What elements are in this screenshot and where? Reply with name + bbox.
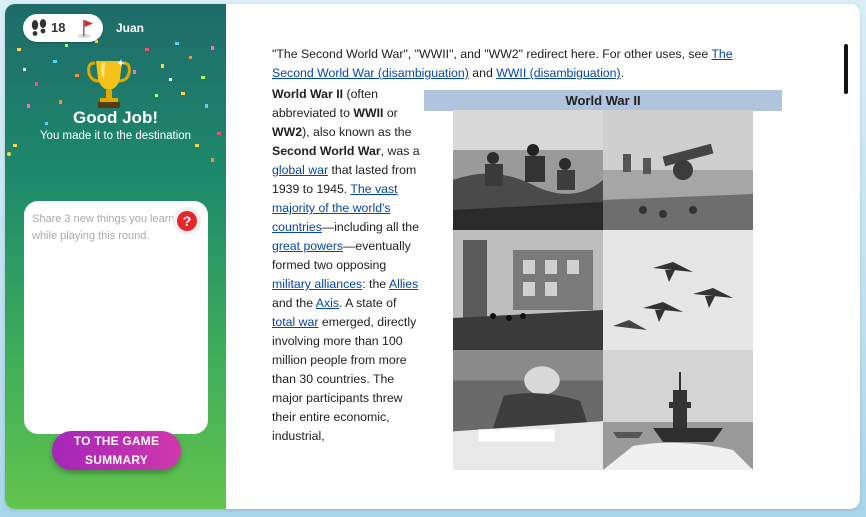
question-icon: ? bbox=[177, 211, 197, 231]
article-link[interactable]: global war bbox=[272, 163, 328, 177]
hatnote-text: "The Second World War", "WWII", and "WW2… bbox=[272, 47, 712, 61]
result-panel: 18 Juan Good Job! You made it to the des… bbox=[5, 4, 226, 509]
trophy-icon bbox=[87, 59, 131, 108]
bold-term: WWII bbox=[353, 106, 384, 120]
infobox-photo-montage bbox=[453, 110, 753, 470]
bold-term: Second World War bbox=[272, 144, 381, 158]
result-title: Good Job! bbox=[73, 108, 158, 127]
body-text-run: —including all the bbox=[321, 220, 419, 234]
article-link[interactable]: total war bbox=[272, 315, 318, 329]
steps-count: 18 bbox=[51, 20, 66, 35]
photo-artillery-desert bbox=[603, 110, 753, 230]
hatnote-end: . bbox=[620, 66, 624, 80]
body-text-run: , was a bbox=[380, 144, 420, 158]
game-window: 18 Juan Good Job! You made it to the des… bbox=[5, 4, 860, 509]
footsteps-icon bbox=[31, 19, 47, 36]
game-summary-button[interactable]: TO THE GAME SUMMARY bbox=[52, 431, 181, 470]
hatnote: "The Second World War", "WWII", and "WW2… bbox=[272, 45, 762, 83]
scrollbar-thumb[interactable] bbox=[844, 44, 848, 94]
photo-soldiers-advancing bbox=[453, 110, 603, 230]
bold-term: World War II bbox=[272, 87, 344, 101]
help-button[interactable]: ? bbox=[173, 207, 201, 235]
player-name: Juan bbox=[116, 21, 145, 35]
photo-aircraft-formation bbox=[603, 230, 753, 350]
infobox-title: World War II bbox=[424, 90, 782, 111]
steps-badge: 18 bbox=[23, 14, 103, 42]
result-subtitle: You made it to the destination bbox=[39, 130, 192, 142]
body-text-run: and the bbox=[272, 296, 316, 310]
body-text-run: or bbox=[383, 106, 398, 120]
body-text-run: emerged, directly involving more than 10… bbox=[272, 315, 417, 443]
article-link[interactable]: Allies bbox=[389, 277, 418, 291]
article-body: World War II (often abbreviated to WWII … bbox=[272, 85, 421, 446]
learnings-input[interactable] bbox=[24, 201, 208, 434]
photo-surrender-signing bbox=[453, 350, 603, 470]
article-link[interactable]: Axis bbox=[316, 296, 339, 310]
body-text-run: : the bbox=[362, 277, 389, 291]
body-text-run: . A state of bbox=[339, 296, 397, 310]
disambiguation-link-wwii[interactable]: WWII (disambiguation) bbox=[496, 66, 620, 80]
body-text-run: ), also known as the bbox=[302, 125, 412, 139]
destination-flag-icon bbox=[78, 20, 93, 38]
photo-battleships bbox=[603, 350, 753, 470]
article-link[interactable]: military alliances bbox=[272, 277, 362, 291]
bold-term: WW2 bbox=[272, 125, 303, 139]
photo-ruined-city bbox=[453, 230, 603, 350]
hatnote-and: and bbox=[468, 66, 497, 80]
article-link[interactable]: great powers bbox=[272, 239, 343, 253]
